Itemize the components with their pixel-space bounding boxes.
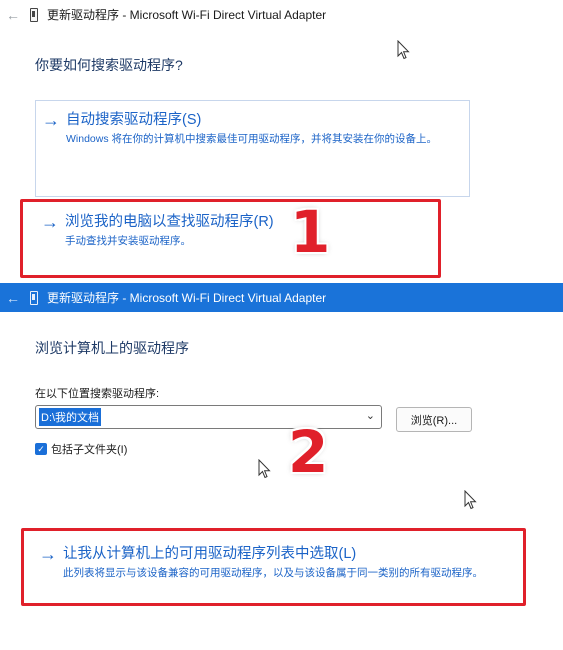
checkbox-checked-icon[interactable]: ✓ xyxy=(35,443,47,455)
browse-button[interactable]: 浏览(R)... xyxy=(396,407,472,432)
path-value: D:\我的文档 xyxy=(39,408,102,426)
highlight-box xyxy=(21,528,526,606)
chevron-down-icon[interactable]: ⌄ xyxy=(366,409,375,422)
mouse-cursor-icon xyxy=(258,459,271,479)
driver-update-window-step1: ← 更新驱动程序 - Microsoft Wi-Fi Direct Virtua… xyxy=(0,0,563,283)
auto-search-option[interactable]: → 自动搜索驱动程序(S) Windows 将在你的计算机中搜索最佳可用驱动程序… xyxy=(35,100,470,197)
mouse-cursor-icon xyxy=(464,490,477,510)
option-description: Windows 将在你的计算机中搜索最佳可用驱动程序，并将其安装在你的设备上。 xyxy=(66,133,438,145)
mouse-cursor-icon xyxy=(397,40,410,60)
highlight-box xyxy=(20,199,441,278)
back-arrow-icon[interactable]: ← xyxy=(0,0,26,29)
window-title: 更新驱动程序 - Microsoft Wi-Fi Direct Virtual … xyxy=(47,291,327,305)
title-bar: ← 更新驱动程序 - Microsoft Wi-Fi Direct Virtua… xyxy=(0,0,563,29)
path-combobox[interactable]: D:\我的文档 ⌄ xyxy=(35,405,382,429)
title-bar: ← 更新驱动程序 - Microsoft Wi-Fi Direct Virtua… xyxy=(0,283,563,312)
driver-update-window-step2: ← 更新驱动程序 - Microsoft Wi-Fi Direct Virtua… xyxy=(0,283,563,650)
include-subfolders-label: 包括子文件夹(I) xyxy=(51,444,128,456)
page-heading: 浏览计算机上的驱动程序 xyxy=(35,340,189,356)
option-title: 自动搜索驱动程序(S) xyxy=(66,112,202,128)
include-subfolders-row[interactable]: ✓ 包括子文件夹(I) xyxy=(35,441,127,457)
page-heading: 你要如何搜索驱动程序? xyxy=(35,57,183,73)
device-icon xyxy=(30,7,38,22)
arrow-right-icon: → xyxy=(42,110,60,130)
step-number-badge: 2 xyxy=(288,418,329,486)
back-arrow-icon[interactable]: ← xyxy=(0,283,26,312)
window-title: 更新驱动程序 - Microsoft Wi-Fi Direct Virtual … xyxy=(47,8,327,22)
device-icon xyxy=(30,290,38,305)
step-number-badge: 1 xyxy=(290,198,331,266)
search-location-label: 在以下位置搜索驱动程序: xyxy=(35,388,160,400)
